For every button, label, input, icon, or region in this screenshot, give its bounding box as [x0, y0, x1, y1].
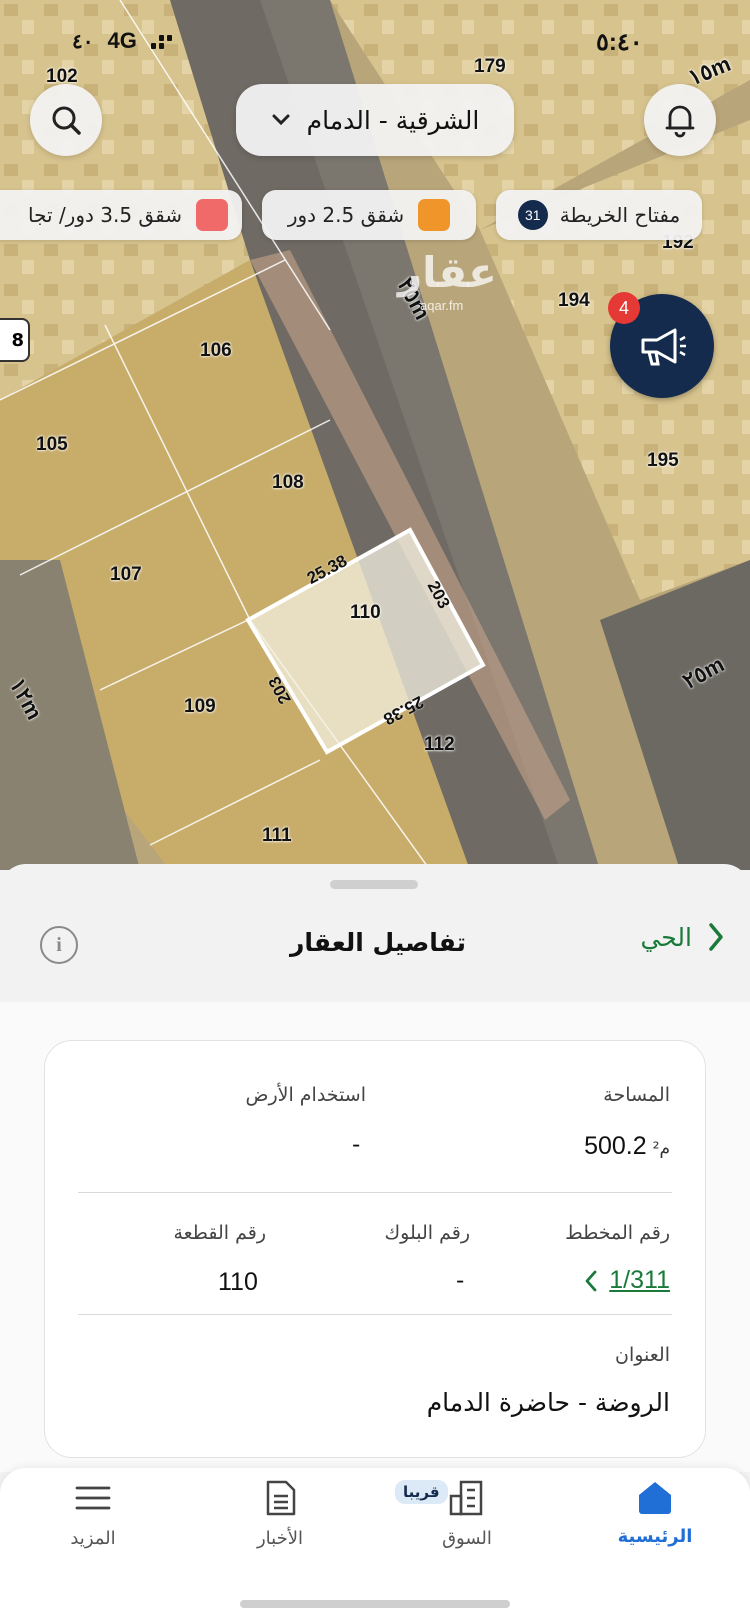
home-icon	[639, 1482, 671, 1514]
map-legend-chip[interactable]: 31 مفتاح الخريطة	[496, 190, 702, 240]
plan-number-link[interactable]: 1/311	[585, 1266, 670, 1295]
info-icon[interactable]: i	[40, 926, 78, 964]
filter-chip-apartments-2-5[interactable]: شقق 2.5 دور	[262, 190, 476, 240]
plan-number-label: رقم المخطط	[565, 1222, 670, 1244]
filter-chip-apartments-3-5[interactable]: شقق 3.5 دور/ تجا	[0, 190, 242, 240]
coming-soon-badge: قريبا	[395, 1480, 448, 1504]
nav-more[interactable]: المزيد	[18, 1478, 168, 1598]
address-value: الروضة - حاضرة الدمام	[426, 1388, 670, 1417]
plot-label: 107	[110, 564, 142, 585]
sheet-header: i تفاصيل العقار الحي	[0, 900, 750, 1002]
battery-level: ٤٠	[72, 30, 94, 53]
parcel-number-value: 110	[218, 1268, 258, 1296]
nav-news[interactable]: الأخبار	[205, 1478, 355, 1598]
sheet-drag-handle[interactable]	[330, 880, 418, 889]
area-label: المساحة	[603, 1084, 670, 1106]
sheet-title: تفاصيل العقار	[290, 928, 466, 957]
building-icon	[449, 1480, 483, 1516]
watermark-logo: عقار	[398, 248, 497, 297]
area-value: 500.2	[584, 1132, 647, 1160]
land-use-label: استخدام الأرض	[245, 1084, 366, 1106]
address-label: العنوان	[614, 1344, 670, 1366]
megaphone-icon	[641, 328, 686, 366]
plot-label: 105	[36, 434, 68, 455]
plot-label: 179	[474, 56, 506, 77]
nav-home-label: الرئيسية	[617, 1526, 693, 1547]
block-number-value: -	[456, 1268, 465, 1294]
plot-label: 109	[184, 696, 216, 717]
divider	[78, 1192, 672, 1193]
legend-count-badge: 31	[517, 200, 548, 230]
parcel-number-label: رقم القطعة	[173, 1222, 266, 1244]
bell-icon	[665, 105, 695, 138]
chevron-right-icon	[709, 923, 723, 951]
watermark-url: aqar.fm	[420, 298, 464, 313]
plot-label: 194	[558, 290, 590, 311]
area-value-group: 500.2 م²	[584, 1132, 670, 1161]
legend-chip-label: مفتاح الخريطة	[559, 203, 681, 227]
neighborhood-link[interactable]: الحي	[640, 922, 724, 952]
notifications-button[interactable]	[644, 84, 716, 156]
nav-news-label: الأخبار	[256, 1528, 303, 1549]
plot-label: 195	[647, 450, 679, 471]
map-edge-marker[interactable]: 8	[0, 318, 30, 362]
chevron-left-icon	[585, 1270, 597, 1291]
plot-label: 111	[262, 825, 292, 846]
plot-label: 108	[272, 472, 304, 493]
plan-number-value: 1/311	[609, 1266, 670, 1294]
block-number-label: رقم البلوك	[384, 1222, 470, 1244]
network-type: 4G	[107, 28, 137, 53]
plot-label: 106	[200, 340, 232, 361]
nav-market-label: السوق	[442, 1528, 492, 1549]
plot-label: 112	[424, 734, 455, 755]
nav-more-label: المزيد	[70, 1528, 116, 1549]
search-icon	[52, 106, 81, 135]
nav-home[interactable]: الرئيسية	[580, 1478, 730, 1598]
battery-indicator: ٤٠	[72, 29, 102, 54]
color-swatch	[196, 199, 228, 231]
chip-label: شقق 3.5 دور/ تجا	[28, 203, 182, 227]
divider	[78, 1314, 672, 1315]
area-unit: م²	[652, 1139, 670, 1159]
notification-count-badge: 4	[608, 292, 640, 324]
selected-plot-label: 110	[350, 602, 381, 623]
news-icon	[266, 1480, 296, 1516]
menu-icon	[75, 1486, 111, 1510]
status-indicators: ٤٠ 4G	[72, 28, 173, 54]
neighborhood-link-label: الحي	[640, 922, 692, 952]
region-label: الشرقية - الدمام	[306, 105, 480, 135]
home-indicator	[240, 1600, 510, 1608]
land-use-value: -	[352, 1132, 361, 1158]
color-swatch	[418, 199, 451, 231]
region-selector[interactable]: الشرقية - الدمام	[236, 84, 514, 156]
nav-market[interactable]: قريبا السوق	[392, 1478, 542, 1598]
signal-icon	[150, 35, 172, 49]
chevron-down-icon	[272, 114, 290, 126]
status-time: ٥:٤٠	[596, 29, 643, 56]
search-button[interactable]	[30, 84, 102, 156]
chip-label: شقق 2.5 دور	[287, 203, 405, 227]
